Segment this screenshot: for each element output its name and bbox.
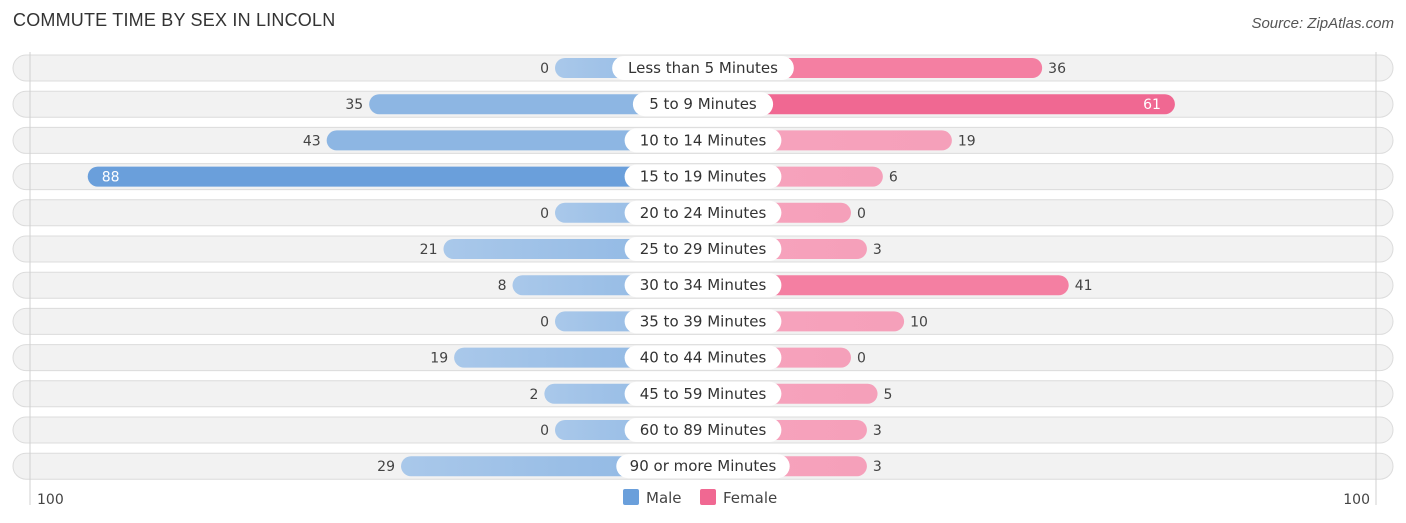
value-label-female: 61 xyxy=(1143,97,1161,113)
category-label: 35 to 39 Minutes xyxy=(640,312,767,330)
value-label-female: 0 xyxy=(857,351,866,367)
category-label: Less than 5 Minutes xyxy=(628,59,778,77)
value-label-male: 0 xyxy=(540,314,549,330)
bar-male xyxy=(87,166,704,187)
legend-item-male: Male xyxy=(623,489,682,507)
bar-row: 0 10 35 to 39 Minutes xyxy=(12,307,1394,335)
value-label-male: 43 xyxy=(303,133,321,149)
bar-row: 21 3 25 to 29 Minutes xyxy=(12,235,1394,263)
value-label-male: 21 xyxy=(420,242,438,258)
value-label-female: 5 xyxy=(884,387,893,403)
value-label-female: 0 xyxy=(857,206,866,222)
category-label: 40 to 44 Minutes xyxy=(640,349,767,367)
legend-label: Male xyxy=(646,489,682,507)
category-label: 60 to 89 Minutes xyxy=(640,421,767,439)
legend-swatch xyxy=(700,489,716,505)
category-label: 45 to 59 Minutes xyxy=(640,385,767,403)
bar-row: 43 19 10 to 14 Minutes xyxy=(12,126,1394,154)
category-label: 20 to 24 Minutes xyxy=(640,204,767,222)
category-label: 15 to 19 Minutes xyxy=(640,168,767,186)
value-label-male: 88 xyxy=(102,170,120,186)
value-label-male: 0 xyxy=(540,61,549,77)
value-label-female: 41 xyxy=(1075,278,1093,294)
value-label-female: 10 xyxy=(910,314,928,330)
category-label: 10 to 14 Minutes xyxy=(640,131,767,149)
legend-item-female: Female xyxy=(700,489,777,507)
bar-row: 0 3 60 to 89 Minutes xyxy=(12,416,1394,444)
legend-swatch xyxy=(623,489,639,505)
value-label-female: 19 xyxy=(958,133,976,149)
category-label: 30 to 34 Minutes xyxy=(640,276,767,294)
bar-row: 19 0 40 to 44 Minutes xyxy=(12,344,1394,372)
value-label-female: 36 xyxy=(1048,61,1066,77)
chart: 0 36Less than 5 Minutes35 615 to 9 Minutes… xyxy=(12,52,1394,508)
bar-row: 8 41 30 to 34 Minutes xyxy=(12,271,1394,299)
bar-female xyxy=(703,94,1175,115)
value-label-male: 8 xyxy=(498,278,507,294)
axis-label-right: 100 xyxy=(1343,492,1370,508)
bar-row: 88 6 15 to 19 Minutes xyxy=(12,163,1394,191)
value-label-male: 2 xyxy=(529,387,538,403)
category-label: 5 to 9 Minutes xyxy=(649,95,757,113)
category-label: 90 or more Minutes xyxy=(630,457,777,475)
value-label-male: 0 xyxy=(540,423,549,439)
bar-row: 0 36 Less than 5 Minutes xyxy=(12,54,1394,82)
bar-row: 35 61 5 to 9 Minutes xyxy=(12,90,1394,118)
legend-label: Female xyxy=(723,489,777,507)
value-label-female: 6 xyxy=(889,170,898,186)
value-label-male: 29 xyxy=(377,459,395,475)
value-label-female: 3 xyxy=(873,459,882,475)
axis-label-left: 100 xyxy=(37,492,64,508)
bar-row: 2 5 45 to 59 Minutes xyxy=(12,380,1394,408)
value-label-female: 3 xyxy=(873,423,882,439)
value-label-male: 0 xyxy=(540,206,549,222)
bar-row: 29 3 90 or more Minutes xyxy=(12,452,1394,480)
bar-row: 0 0 20 to 24 Minutes xyxy=(12,199,1394,227)
value-label-male: 35 xyxy=(345,97,363,113)
value-label-female: 3 xyxy=(873,242,882,258)
value-label-male: 19 xyxy=(430,351,448,367)
category-label: 25 to 29 Minutes xyxy=(640,240,767,258)
